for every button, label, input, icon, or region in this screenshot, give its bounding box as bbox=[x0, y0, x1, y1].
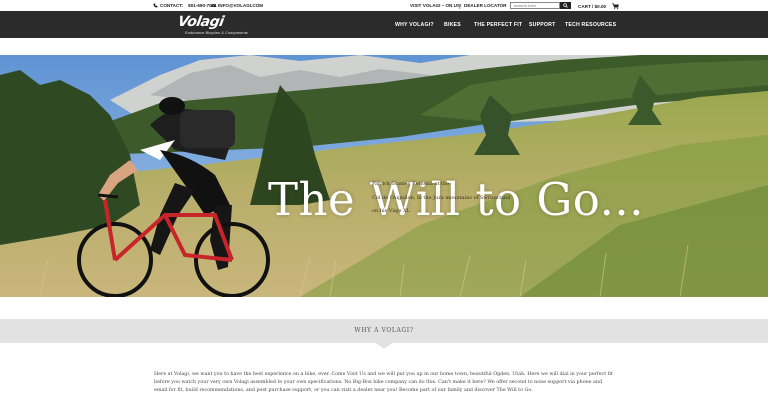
why-volagi-bar: WHY A VOLAGI? bbox=[0, 319, 768, 343]
nav-tech-resources[interactable]: TECH RESOURCES bbox=[565, 22, 616, 28]
intro-paragraph: Here at Volagi, we want you to have the … bbox=[154, 372, 613, 393]
contact-label: CONTACT: bbox=[160, 3, 184, 8]
dealer-locator-label: DEALER LOCATOR bbox=[464, 3, 507, 8]
contact-email[interactable]: INFO@VOLAGI.COM bbox=[211, 3, 263, 8]
hero-banner: The Will to Go... Patrick Stanley Reinol… bbox=[0, 55, 768, 297]
search-input[interactable]: search here bbox=[510, 2, 560, 9]
logo-tagline: Endurance Bicycles & Components bbox=[185, 30, 248, 35]
hero-caption-line-3: on his Viaje XL bbox=[372, 208, 410, 214]
email-link: INFO@VOLAGI.COM bbox=[218, 3, 264, 8]
dealer-locator-link[interactable]: DEALER LOCATOR bbox=[464, 3, 506, 8]
nav-the-perfect-fit[interactable]: THE PERFECT FIT bbox=[474, 22, 522, 28]
envelope-icon bbox=[211, 3, 216, 7]
volagi-logo[interactable]: Volagi Endurance Bicycles & Components bbox=[176, 14, 274, 36]
nav-support[interactable]: SUPPORT bbox=[529, 22, 555, 28]
cart-label: CART / $0.00 bbox=[578, 3, 607, 9]
visit-volagi-label: VISIT VOLAGI – ON US! bbox=[410, 3, 462, 8]
hero-caption-line-1: Patrick Stanley Reinolla at the bbox=[372, 181, 450, 187]
why-volagi-heading: WHY A VOLAGI? bbox=[354, 327, 414, 334]
divider bbox=[459, 4, 460, 9]
nav-bikes[interactable]: BIKES bbox=[444, 22, 461, 28]
hero-caption-line-2: Col de l'Aigullon, in the Jura mountains… bbox=[372, 195, 511, 201]
utility-bar: CONTACT: 801-690-7001 INFO@VOLAGI.COM VI… bbox=[0, 0, 768, 11]
search-icon bbox=[563, 3, 568, 8]
search-button[interactable] bbox=[560, 2, 571, 9]
contact-phone[interactable]: CONTACT: 801-690-7001 bbox=[153, 3, 217, 8]
nav-why-volagi[interactable]: WHY VOLAGI? bbox=[395, 22, 434, 28]
phone-icon bbox=[153, 3, 158, 8]
logo-wordmark: Volagi bbox=[176, 14, 225, 30]
cart-icon bbox=[612, 3, 619, 9]
cart-link[interactable]: CART / $0.00 bbox=[578, 3, 619, 9]
visit-volagi-link[interactable]: VISIT VOLAGI – ON US! bbox=[410, 3, 462, 8]
main-navigation: Volagi Endurance Bicycles & Components W… bbox=[0, 11, 768, 38]
why-volagi-pointer bbox=[376, 343, 392, 349]
